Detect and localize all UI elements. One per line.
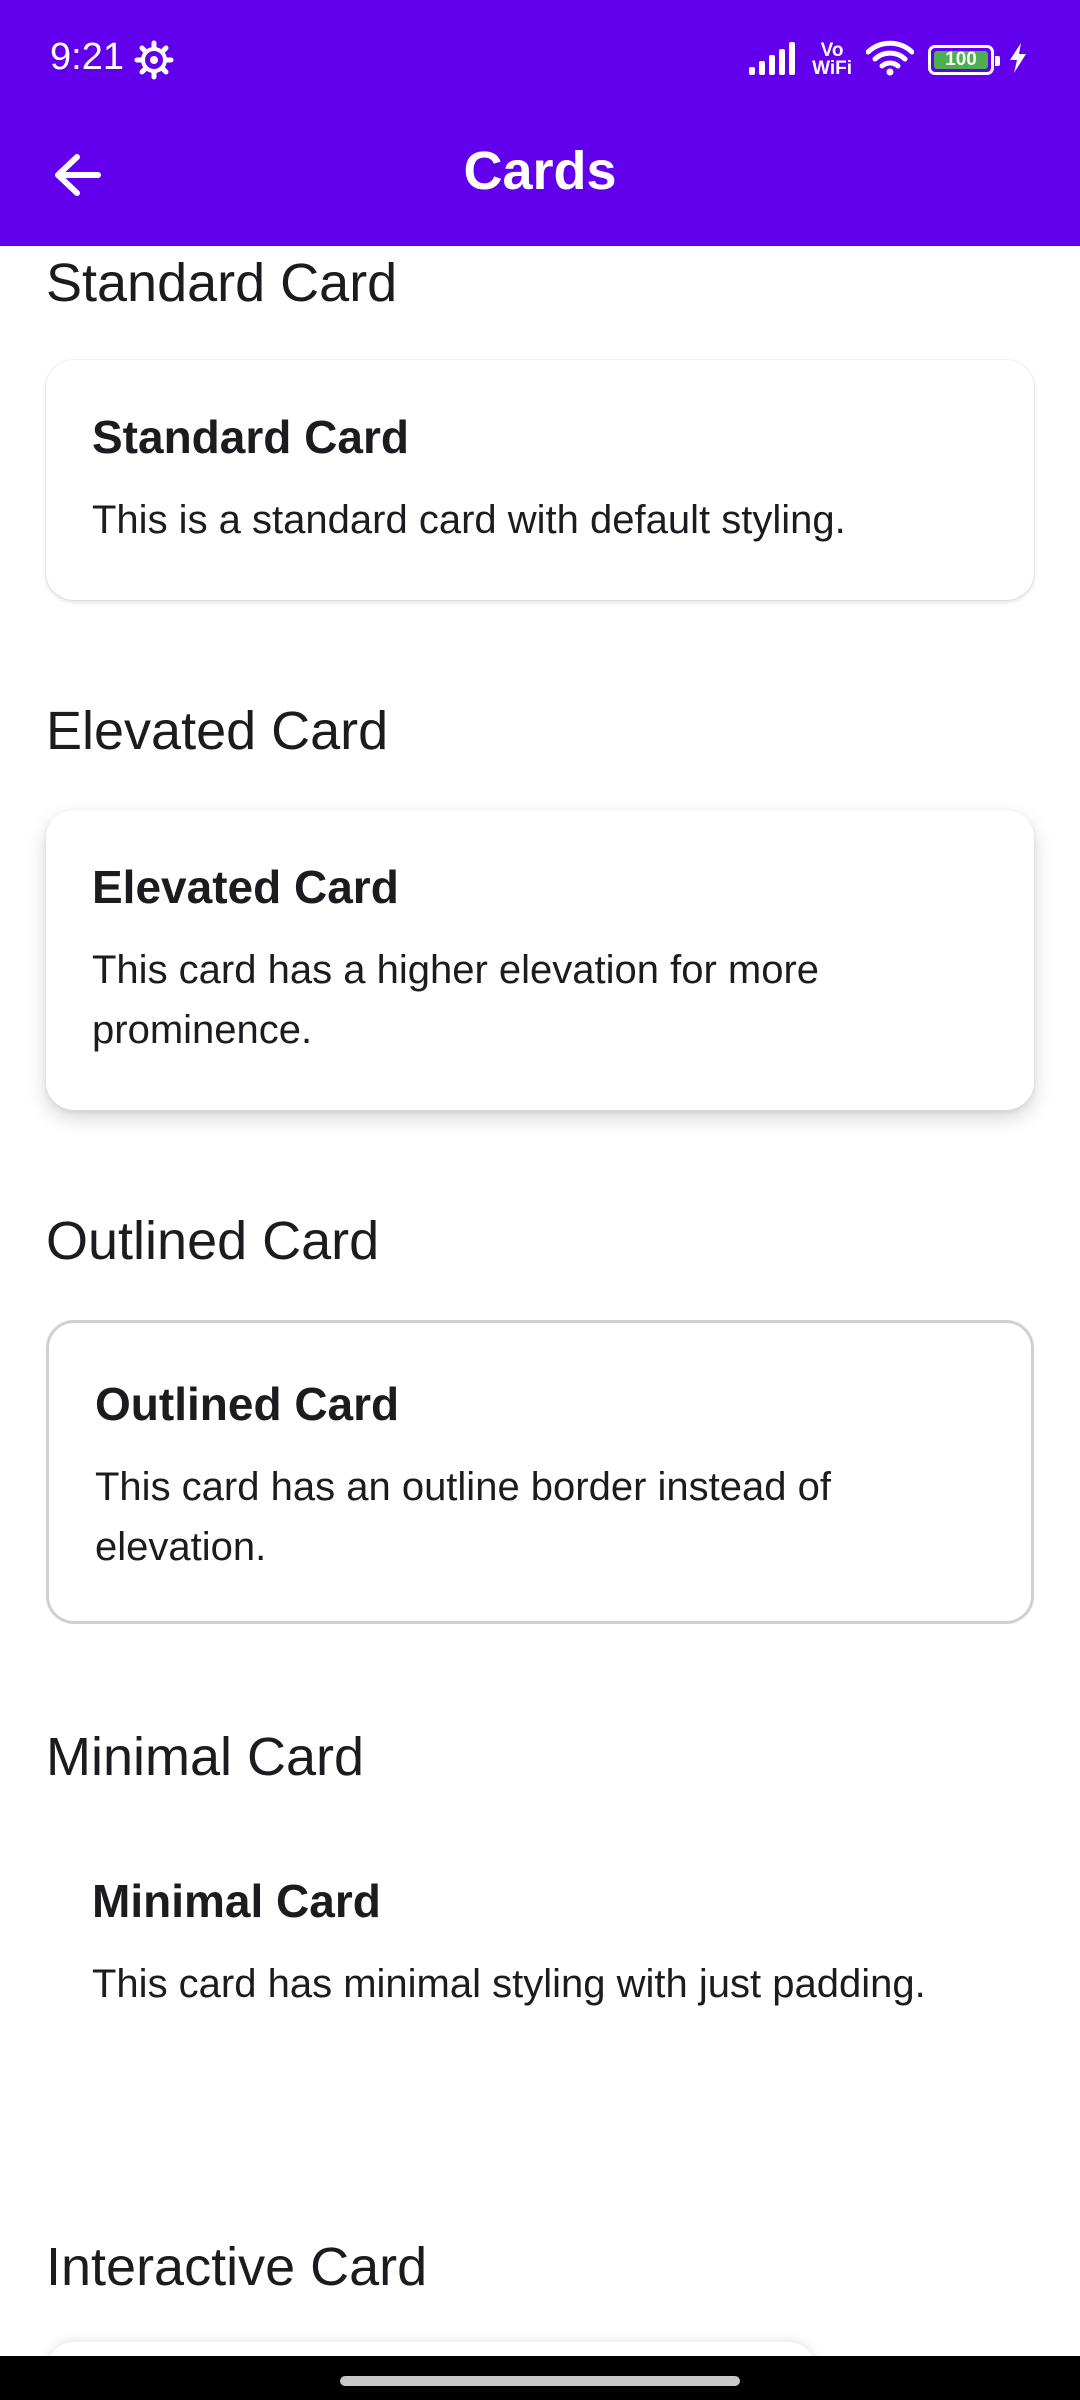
card-title: Minimal Card bbox=[92, 1875, 381, 1927]
section-heading-elevated: Elevated Card bbox=[46, 701, 389, 761]
card-title: Outlined Card bbox=[95, 1378, 400, 1430]
gear-icon bbox=[134, 40, 174, 80]
card-title: Elevated Card bbox=[92, 861, 399, 913]
card-title: Standard Card bbox=[92, 411, 409, 463]
status-icons: Vo WiFi 100 bbox=[748, 36, 1028, 84]
outlined-card: Outlined Card This card has an outline b… bbox=[46, 1320, 1034, 1624]
battery-tip bbox=[995, 56, 1000, 66]
section-heading-interactive: Interactive Card bbox=[46, 2237, 428, 2297]
page-title: Cards bbox=[463, 141, 617, 201]
system-navigation-bar bbox=[0, 2356, 1080, 2400]
wifi-icon bbox=[865, 40, 915, 81]
status-bar: 9:21 Vo WiFi 100 bbox=[0, 0, 1080, 120]
toolbar: Cards bbox=[0, 120, 1080, 246]
vowifi-bottom-label: WiFi bbox=[812, 58, 852, 79]
card-body: This card has a higher elevation for mor… bbox=[92, 948, 820, 1052]
cellular-signal-icon bbox=[748, 41, 798, 80]
status-time: 9:21 bbox=[50, 36, 124, 78]
elevated-card: Elevated Card This card has a higher ele… bbox=[46, 810, 1034, 1110]
cards-list[interactable]: Standard Card Standard Card This is a st… bbox=[0, 246, 1080, 2356]
battery-level: 100 bbox=[945, 49, 977, 70]
section-heading-standard: Standard Card bbox=[46, 253, 398, 313]
battery-indicator: 100 bbox=[928, 45, 1000, 75]
card-body: This card has an outline border instead … bbox=[95, 1465, 831, 1569]
charging-bolt-icon bbox=[1008, 42, 1028, 79]
section-heading-minimal: Minimal Card bbox=[46, 1727, 365, 1787]
card-body: This is a standard card with default sty… bbox=[92, 498, 846, 542]
standard-card: Standard Card This is a standard card wi… bbox=[46, 360, 1034, 600]
section-heading-outlined: Outlined Card bbox=[46, 1211, 380, 1271]
home-gesture-handle[interactable] bbox=[340, 2376, 740, 2386]
vowifi-indicator: Vo WiFi bbox=[812, 41, 852, 79]
interactive-card[interactable] bbox=[46, 2342, 816, 2356]
app-bar: 9:21 Vo WiFi 100 Cards bbox=[0, 0, 1080, 246]
minimal-card: Minimal Card This card has minimal styli… bbox=[46, 1830, 1034, 2090]
card-body: This card has minimal styling with just … bbox=[92, 1962, 926, 2006]
